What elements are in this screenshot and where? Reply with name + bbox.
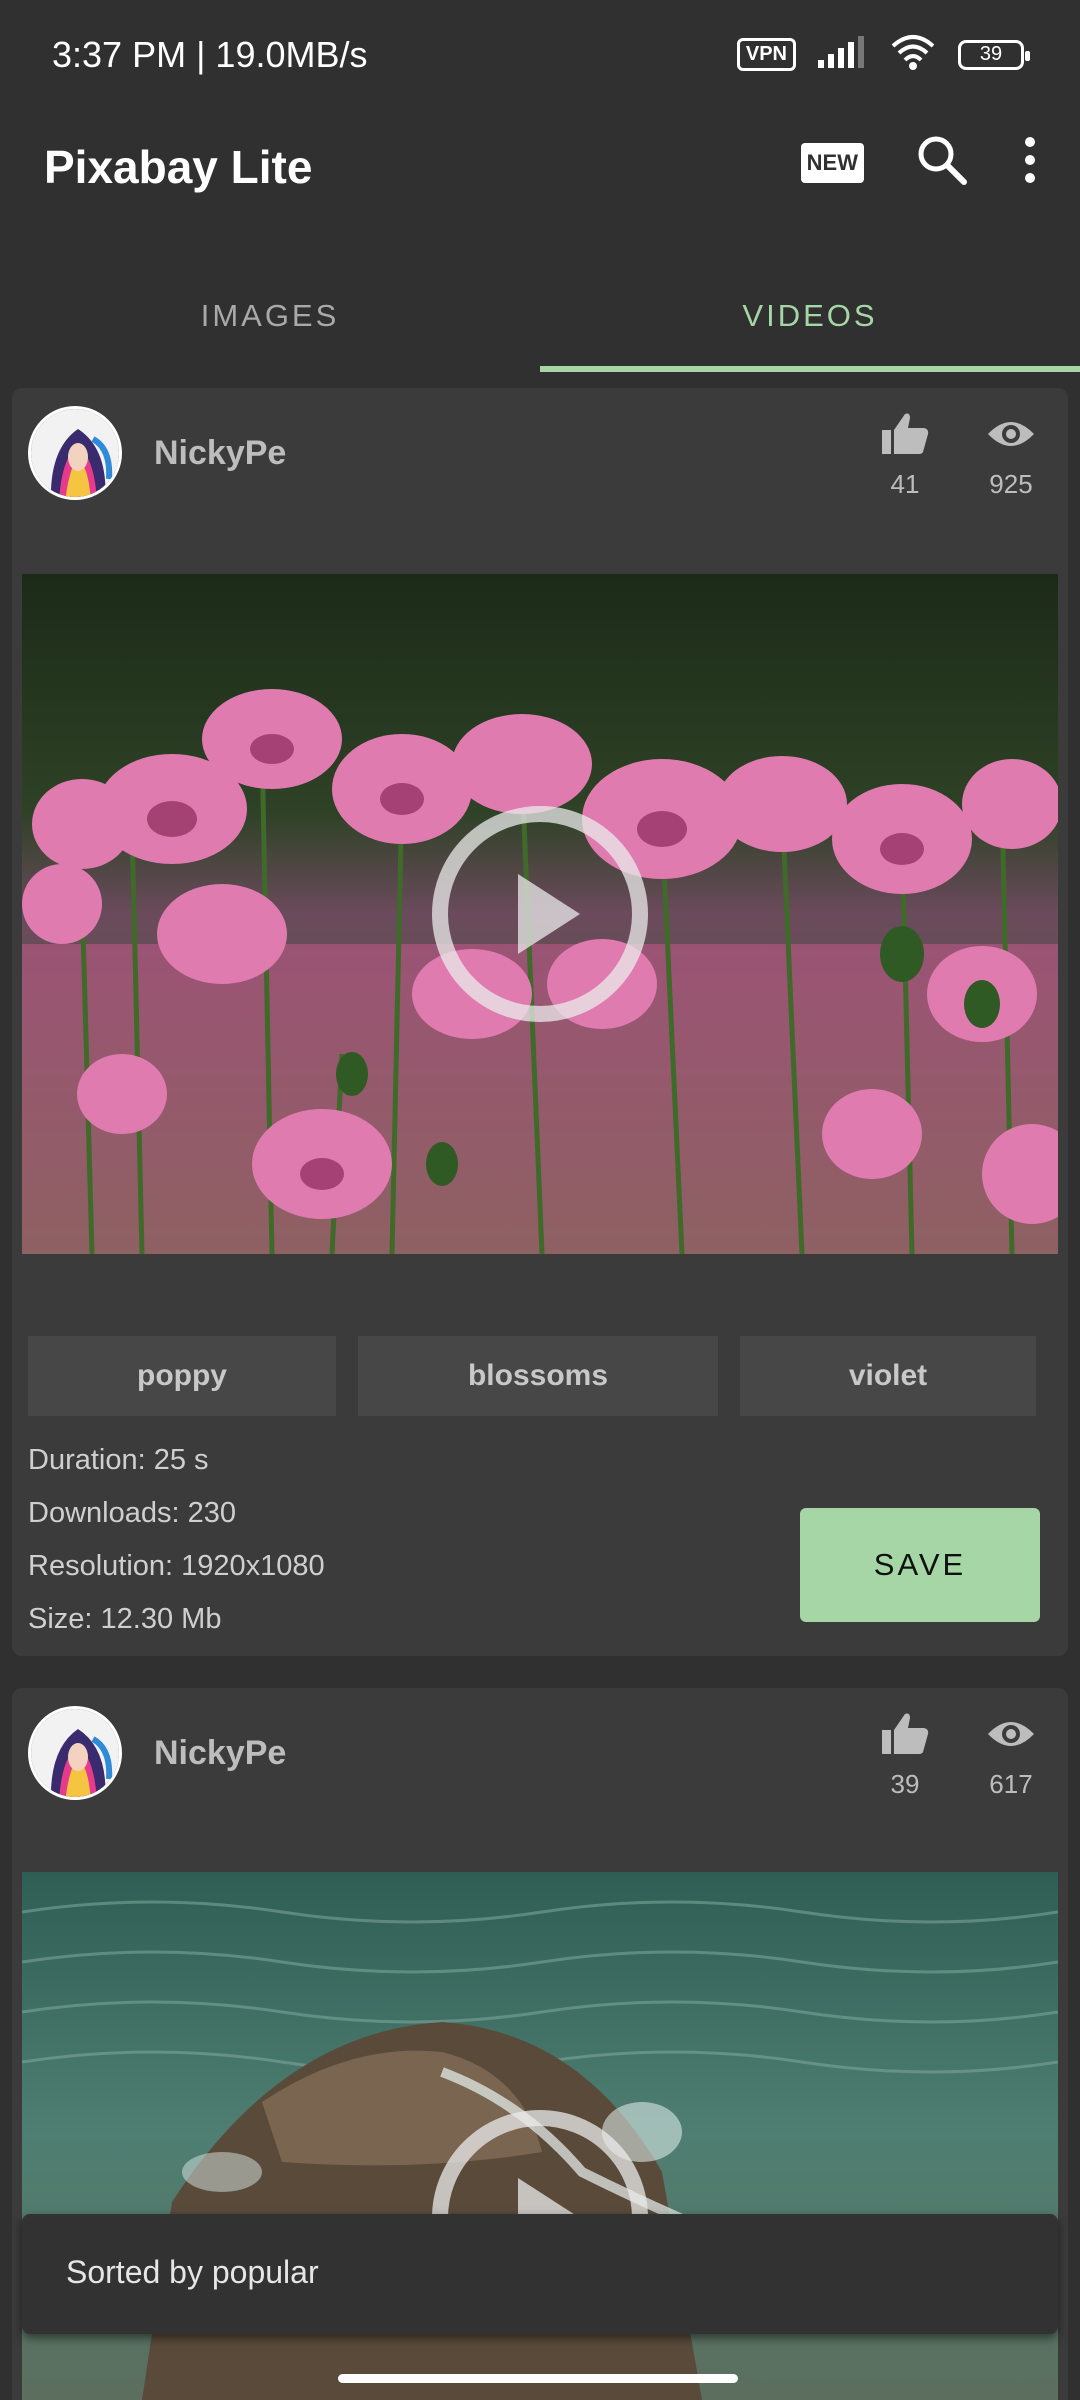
tab-videos[interactable]: VIDEOS bbox=[540, 260, 1080, 372]
new-icon[interactable]: NEW bbox=[800, 142, 864, 183]
snackbar: Sorted by popular bbox=[22, 2214, 1058, 2334]
more-vert-icon[interactable] bbox=[1020, 132, 1040, 193]
avatar[interactable] bbox=[28, 406, 122, 500]
app-title: Pixabay Lite bbox=[44, 141, 313, 193]
video-card: NickyPe 41 925 poppy blossoms violet Dur… bbox=[12, 388, 1068, 1656]
video-thumbnail[interactable] bbox=[22, 574, 1058, 1254]
status-time: 3:37 PM | 19.0MB/s bbox=[52, 34, 368, 75]
app-bar: Pixabay Lite NEW bbox=[0, 110, 1080, 260]
video-info: Duration: 25 s Downloads: 230 Resolution… bbox=[28, 1434, 325, 1646]
likes-stat: 39 bbox=[860, 1712, 950, 1800]
home-indicator[interactable] bbox=[338, 2374, 738, 2383]
eye-icon bbox=[986, 1712, 1036, 1769]
battery-icon: 39 bbox=[958, 39, 1030, 70]
likes-count: 41 bbox=[890, 469, 920, 499]
views-stat: 925 bbox=[966, 412, 1056, 500]
card-header: NickyPe 39 617 bbox=[12, 1688, 1068, 1838]
snackbar-message: Sorted by popular bbox=[66, 2254, 319, 2290]
wifi-icon bbox=[890, 34, 936, 75]
status-icons: VPN 39 bbox=[736, 34, 1030, 75]
thumb-up-icon bbox=[880, 412, 930, 469]
save-button[interactable]: SAVE bbox=[800, 1508, 1040, 1622]
thumb-up-icon bbox=[880, 1712, 930, 1769]
views-stat: 617 bbox=[966, 1712, 1056, 1800]
tag-chip[interactable]: poppy bbox=[28, 1336, 336, 1416]
avatar[interactable] bbox=[28, 1706, 122, 1800]
tab-bar: IMAGES VIDEOS bbox=[0, 260, 1080, 372]
signal-icon bbox=[818, 36, 868, 73]
size-text: Size: 12.30 Mb bbox=[28, 1603, 222, 1635]
tag-chip[interactable]: blossoms bbox=[358, 1336, 718, 1416]
search-icon[interactable] bbox=[914, 132, 970, 193]
downloads-text: Downloads: 230 bbox=[28, 1497, 236, 1529]
duration-text: Duration: 25 s bbox=[28, 1444, 209, 1476]
vpn-icon: VPN bbox=[736, 38, 796, 71]
tag-chip[interactable]: violet bbox=[740, 1336, 1036, 1416]
likes-count: 39 bbox=[890, 1769, 920, 1799]
card-header: NickyPe 41 925 bbox=[12, 388, 1068, 538]
play-icon[interactable] bbox=[430, 804, 650, 1024]
views-count: 617 bbox=[989, 1769, 1033, 1799]
resolution-text: Resolution: 1920x1080 bbox=[28, 1550, 325, 1582]
likes-stat: 41 bbox=[860, 412, 950, 500]
eye-icon bbox=[986, 412, 1036, 469]
app-bar-actions: NEW bbox=[800, 132, 1040, 193]
tag-list: poppy blossoms violet bbox=[28, 1336, 1036, 1416]
status-bar: 3:37 PM | 19.0MB/s VPN 39 bbox=[0, 0, 1080, 110]
author-name[interactable]: NickyPe bbox=[154, 1734, 286, 1773]
tab-images[interactable]: IMAGES bbox=[0, 260, 540, 372]
views-count: 925 bbox=[989, 469, 1033, 499]
author-name[interactable]: NickyPe bbox=[154, 434, 286, 473]
